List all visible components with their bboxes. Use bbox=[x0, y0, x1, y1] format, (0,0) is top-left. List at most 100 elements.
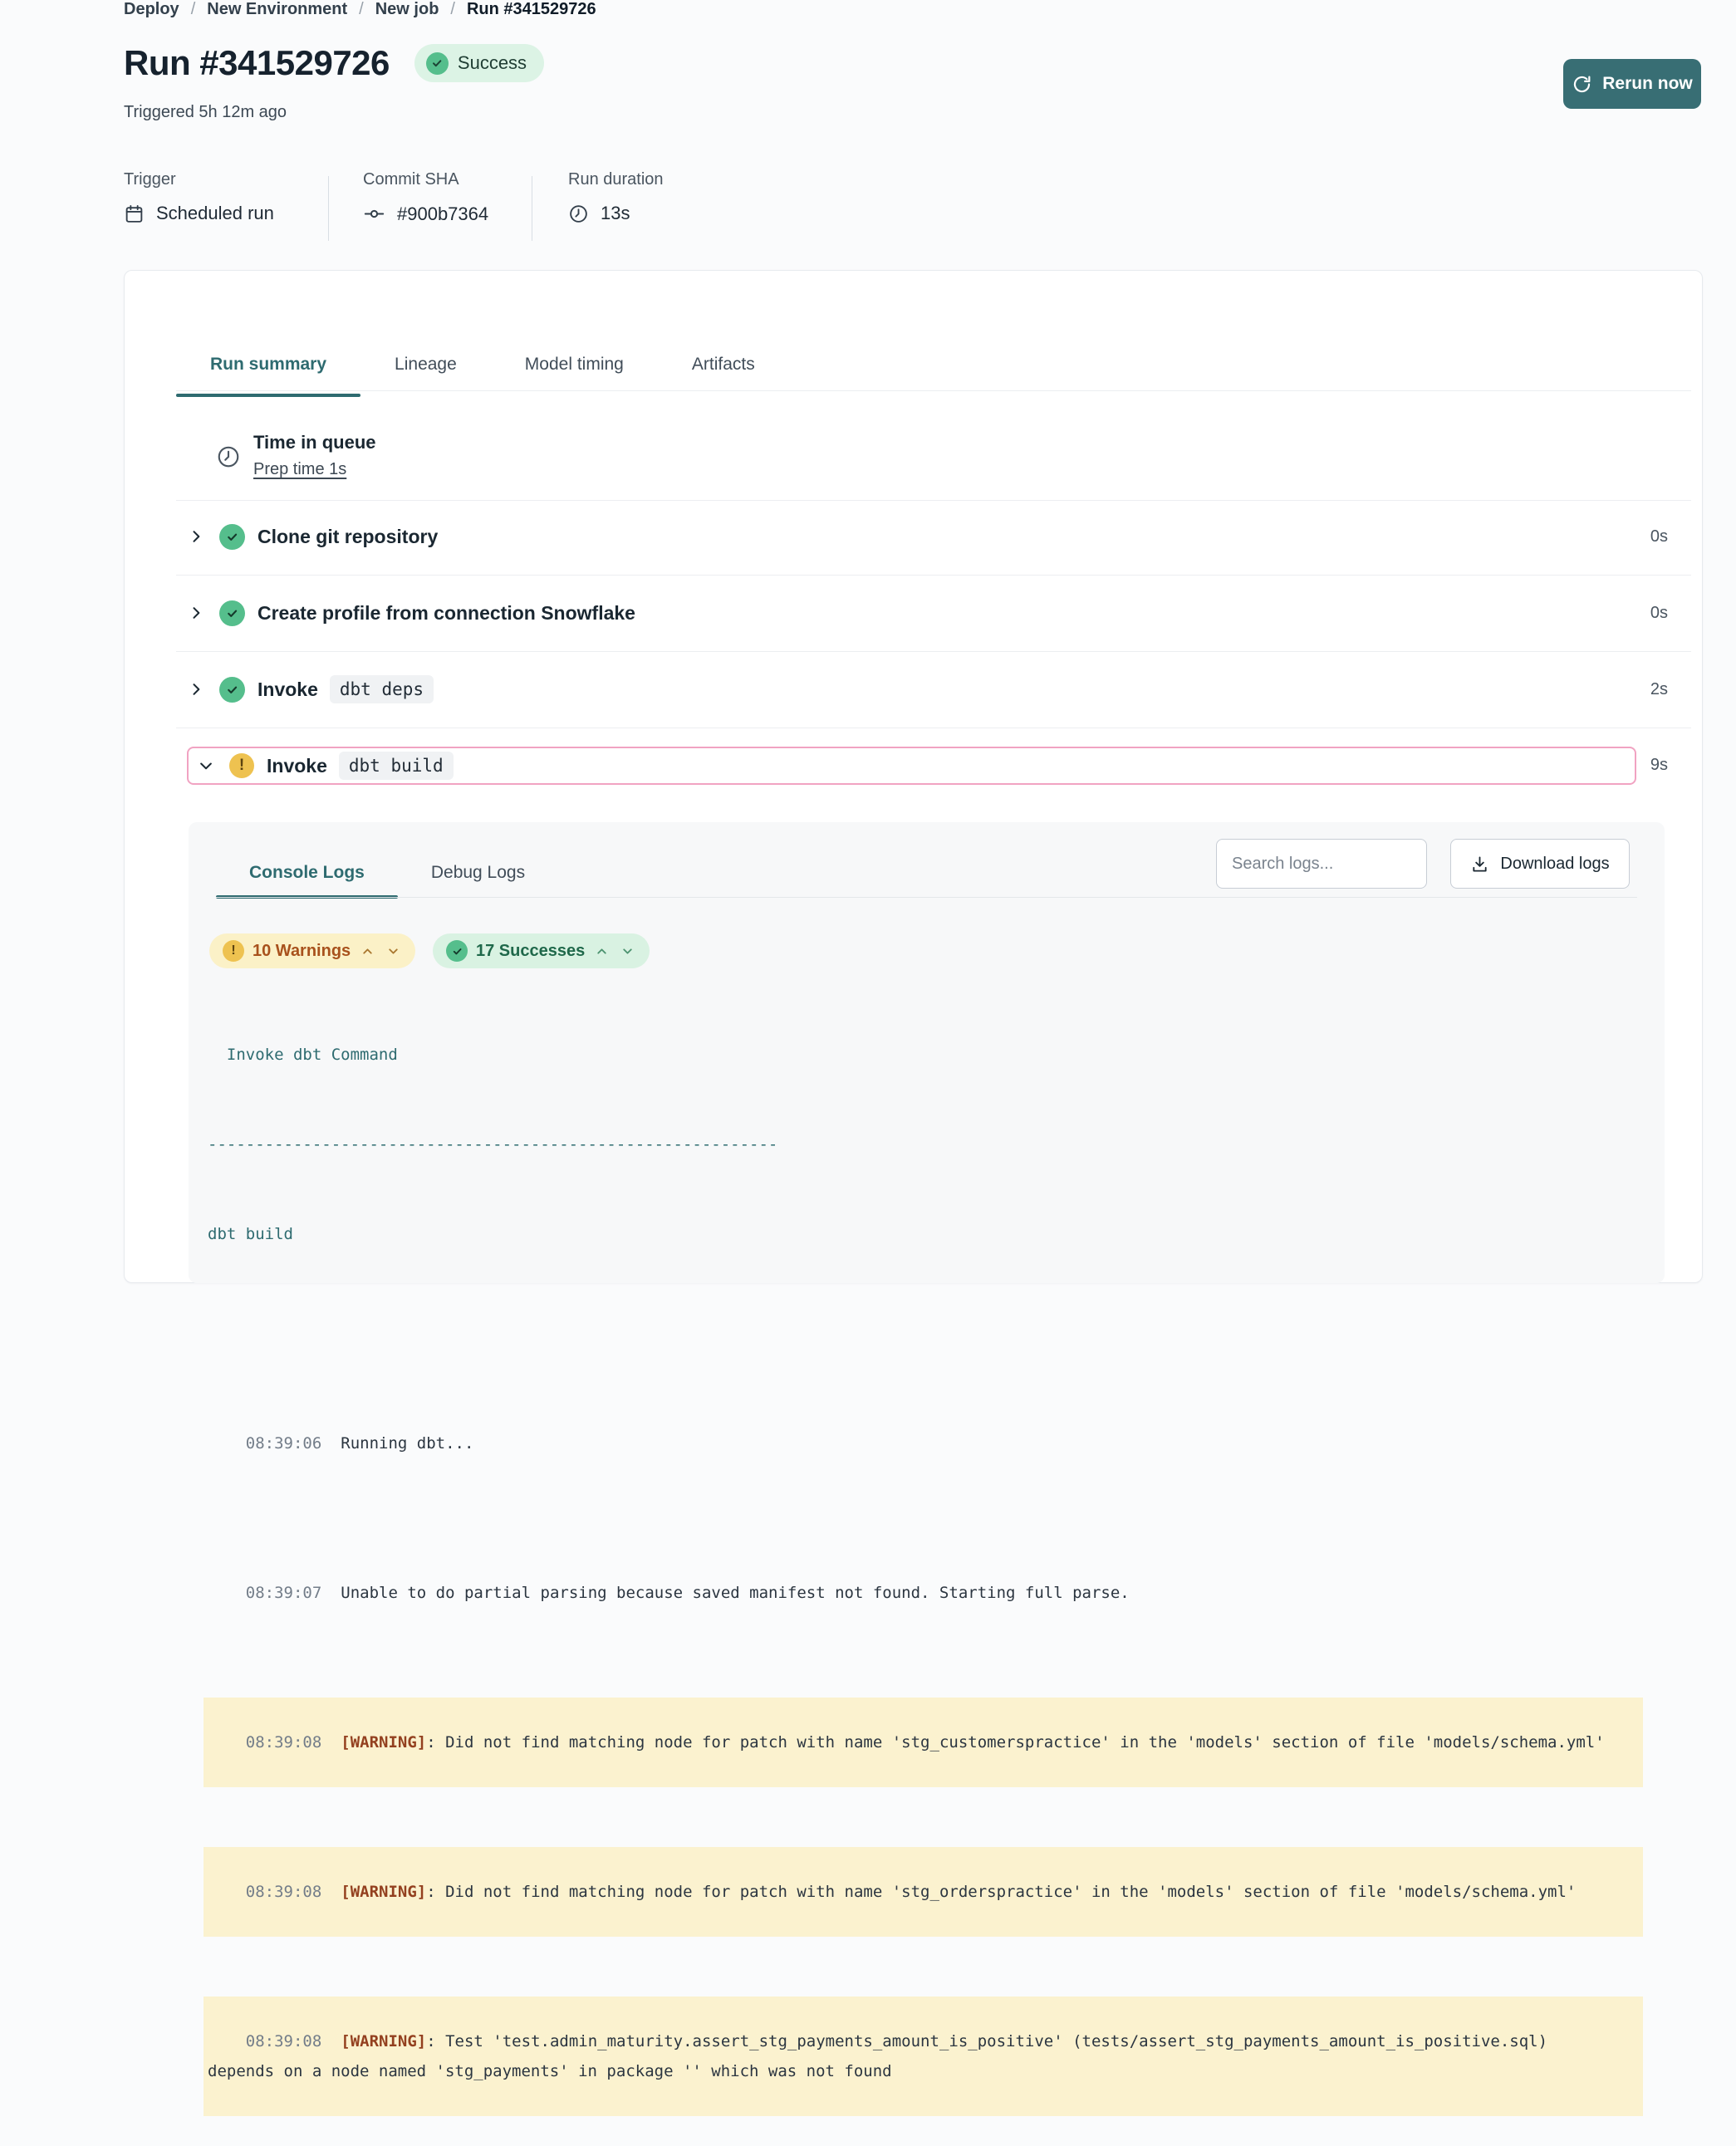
run-duration-label: Run duration bbox=[568, 170, 664, 189]
breadcrumb-separator: / bbox=[191, 0, 196, 19]
download-icon bbox=[1470, 855, 1489, 874]
warnings-count-badge: ! 10 Warnings bbox=[209, 933, 415, 968]
search-logs-input[interactable] bbox=[1216, 839, 1427, 889]
log-timestamp: 08:39:08 bbox=[246, 2032, 322, 2050]
step-row-dbt-deps[interactable]: Invoke dbt deps 2s bbox=[176, 673, 1691, 706]
row-divider bbox=[176, 500, 1691, 501]
chevron-right-icon[interactable] bbox=[188, 681, 204, 698]
step-command-chip: dbt deps bbox=[330, 675, 434, 703]
successes-prev-chevron-up-icon[interactable] bbox=[593, 943, 611, 960]
successes-count-badge: 17 Successes bbox=[433, 933, 650, 968]
commit-icon bbox=[363, 203, 385, 225]
step-label: Clone git repository bbox=[257, 526, 438, 548]
warnings-next-chevron-down-icon[interactable] bbox=[385, 943, 402, 960]
success-check-icon bbox=[219, 524, 245, 550]
meta-commit: Commit SHA #900b7364 bbox=[363, 170, 488, 225]
chevron-down-icon[interactable] bbox=[198, 757, 214, 774]
meta-trigger: Trigger Scheduled run bbox=[124, 170, 274, 224]
step-row-clone-git[interactable]: Clone git repository 0s bbox=[176, 520, 1691, 553]
warning-tag: [WARNING] bbox=[341, 1733, 426, 1752]
log-message: Running dbt... bbox=[341, 1434, 473, 1453]
commit-sha-value: #900b7364 bbox=[397, 203, 488, 225]
step-duration: 9s bbox=[1650, 756, 1668, 775]
rerun-button-label: Rerun now bbox=[1602, 74, 1693, 94]
warnings-prev-chevron-up-icon[interactable] bbox=[359, 943, 376, 960]
log-tabs: Console Logs Debug Logs bbox=[216, 850, 558, 895]
success-check-icon bbox=[446, 940, 468, 962]
triggered-timestamp: Triggered 5h 12m ago bbox=[124, 103, 287, 122]
breadcrumb-separator: / bbox=[450, 0, 455, 19]
success-check-icon bbox=[219, 600, 245, 626]
meta-duration: Run duration 13s bbox=[568, 170, 664, 224]
breadcrumb-new-job[interactable]: New job bbox=[375, 0, 439, 19]
console-log-output: Invoke dbt Command ---------------------… bbox=[204, 980, 1643, 2146]
meta-divider bbox=[328, 176, 329, 241]
log-line-warning: 08:39:08 [WARNING]: Did not find matching… bbox=[204, 1847, 1643, 1937]
log-line-warning: 08:39:08[WARNING]: Did not find matching… bbox=[204, 1698, 1643, 1787]
warning-tag: [WARNING] bbox=[341, 1883, 426, 1901]
tab-console-logs[interactable]: Console Logs bbox=[216, 850, 398, 895]
warnings-count-label: 10 Warnings bbox=[253, 942, 351, 961]
header: Run #341529726 Success bbox=[124, 43, 544, 83]
row-divider bbox=[176, 575, 1691, 576]
log-tabs-divider bbox=[216, 897, 1637, 898]
log-message: : Did not find matching node for patch w… bbox=[426, 1883, 1576, 1901]
chevron-right-icon[interactable] bbox=[188, 528, 204, 545]
step-label: Invoke bbox=[267, 755, 327, 777]
log-message: Unable to do partial parsing because sav… bbox=[341, 1584, 1129, 1602]
rerun-now-button[interactable]: Rerun now bbox=[1563, 59, 1701, 109]
log-line-warning: 08:39:08[WARNING]: Test 'test.admin_matu… bbox=[204, 1997, 1643, 2116]
prep-time-link[interactable]: Prep time 1s bbox=[253, 460, 346, 479]
log-line: 08:39:07 Unable to do partial parsing bec… bbox=[204, 1548, 1643, 1638]
breadcrumb-current-run: Run #341529726 bbox=[467, 0, 596, 19]
run-tabs: Run summary Lineage Model timing Artifac… bbox=[176, 341, 789, 389]
tabs-divider bbox=[176, 390, 1691, 391]
log-command: dbt build bbox=[204, 1219, 1643, 1249]
successes-next-chevron-down-icon[interactable] bbox=[619, 943, 636, 960]
breadcrumb-deploy[interactable]: Deploy bbox=[124, 0, 179, 19]
step-row-create-profile[interactable]: Create profile from connection Snowflake… bbox=[176, 596, 1691, 630]
calendar-icon bbox=[124, 203, 145, 224]
tab-model-timing[interactable]: Model timing bbox=[491, 341, 658, 389]
status-badge-label: Success bbox=[458, 52, 527, 74]
success-check-icon bbox=[426, 52, 449, 75]
page-title: Run #341529726 bbox=[124, 43, 390, 83]
breadcrumb-separator: / bbox=[359, 0, 364, 19]
download-logs-label: Download logs bbox=[1500, 855, 1609, 874]
queue-clock-icon bbox=[216, 444, 241, 469]
log-message: : Did not find matching node for patch w… bbox=[426, 1733, 1604, 1752]
tab-debug-logs[interactable]: Debug Logs bbox=[398, 850, 558, 895]
tab-run-summary[interactable]: Run summary bbox=[176, 341, 360, 389]
row-divider bbox=[176, 651, 1691, 652]
clock-icon bbox=[568, 203, 589, 224]
log-blank-line bbox=[204, 1309, 1643, 1339]
step-duration: 0s bbox=[1650, 527, 1668, 546]
status-badge: Success bbox=[414, 44, 544, 82]
log-command-title: Invoke dbt Command bbox=[204, 1040, 1643, 1070]
log-line: 08:39:06 Running dbt... bbox=[204, 1399, 1643, 1488]
chevron-right-icon[interactable] bbox=[188, 605, 204, 621]
log-divider-line: ----------------------------------------… bbox=[204, 1129, 1643, 1159]
breadcrumb: Deploy / New Environment / New job / Run… bbox=[124, 0, 596, 19]
run-duration-value: 13s bbox=[601, 203, 630, 224]
tab-lineage[interactable]: Lineage bbox=[360, 341, 491, 389]
step-duration: 2s bbox=[1650, 680, 1668, 699]
step-duration: 0s bbox=[1650, 604, 1668, 623]
log-timestamp: 08:39:07 bbox=[246, 1584, 322, 1602]
log-timestamp: 08:39:08 bbox=[246, 1883, 322, 1901]
step-command-chip: dbt build bbox=[339, 752, 454, 780]
rerun-icon bbox=[1572, 74, 1592, 95]
download-logs-button[interactable]: Download logs bbox=[1450, 839, 1630, 889]
step-row-dbt-build-expanded[interactable]: ! Invoke dbt build bbox=[187, 747, 1636, 785]
trigger-value: Scheduled run bbox=[156, 203, 274, 224]
breadcrumb-new-environment[interactable]: New Environment bbox=[207, 0, 347, 19]
step-label: Invoke bbox=[257, 679, 318, 701]
time-in-queue-title: Time in queue bbox=[253, 432, 376, 453]
warning-icon: ! bbox=[223, 940, 244, 962]
step-label: Create profile from connection Snowflake bbox=[257, 602, 635, 625]
successes-count-label: 17 Successes bbox=[476, 942, 585, 961]
warning-icon: ! bbox=[229, 753, 254, 778]
log-timestamp: 08:39:06 bbox=[246, 1434, 322, 1453]
commit-sha-label: Commit SHA bbox=[363, 170, 488, 189]
tab-artifacts[interactable]: Artifacts bbox=[658, 341, 789, 389]
